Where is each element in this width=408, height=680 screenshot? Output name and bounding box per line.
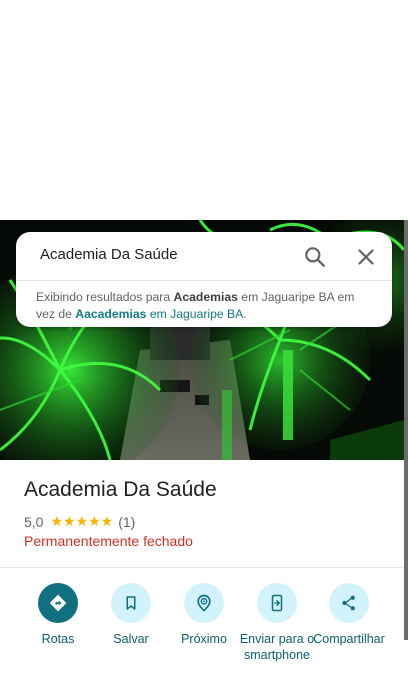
send-to-phone-icon [271, 594, 283, 612]
review-count: (1) [118, 513, 136, 530]
share-icon [342, 595, 355, 611]
search-icon [305, 247, 325, 267]
rating-value: 5,0 [24, 513, 44, 530]
scrollbar[interactable] [404, 220, 408, 640]
search-button[interactable] [302, 244, 328, 270]
place-title: Academia Da Saúde [24, 478, 217, 501]
search-input[interactable]: Academia Da Saúde [40, 246, 178, 263]
send-to-phone-button[interactable]: Enviar para o smartphone [239, 583, 315, 663]
notice-query: Academias [173, 290, 238, 304]
bookmark-icon [126, 596, 136, 610]
nearby-icon-circle [184, 583, 224, 623]
send-to-phone-icon-circle [257, 583, 297, 623]
original-query-bold: Aacademias [75, 307, 147, 321]
search-divider [16, 280, 392, 281]
search-card: Academia Da Saúde Exibindo resultados pa… [16, 232, 392, 327]
share-button[interactable]: Compartilhar [311, 583, 387, 647]
share-label: Compartilhar [313, 632, 385, 646]
original-query-link[interactable]: Aacademias em Jaguaripe BA [75, 307, 243, 321]
save-icon-circle [111, 583, 151, 623]
share-icon-circle [329, 583, 369, 623]
rating-stars: ★★★★★ [50, 513, 114, 529]
nearby-button[interactable]: Próximo [166, 583, 242, 647]
nearby-icon [197, 594, 211, 612]
original-query-rest: em Jaguaripe BA [146, 307, 244, 321]
directions-label: Rotas [41, 632, 75, 646]
status-badge: Permanentemente fechado [24, 533, 193, 549]
rating-row[interactable]: 5,0 ★★★★★ (1) [24, 513, 135, 530]
search-correction-notice: Exibindo resultados para Academias em Ja… [36, 289, 376, 323]
save-button[interactable]: Salvar [93, 583, 169, 647]
save-label: Salvar [113, 632, 149, 646]
directions-icon [49, 594, 67, 612]
divider [0, 567, 404, 568]
notice-prefix: Exibindo resultados para [36, 290, 174, 304]
close-button[interactable] [353, 244, 379, 270]
send-to-phone-label: Enviar para o smartphone [239, 632, 315, 662]
directions-icon-circle [38, 583, 78, 623]
directions-button[interactable]: Rotas [20, 583, 96, 647]
notice-end: . [243, 307, 247, 321]
close-icon [358, 249, 374, 265]
nearby-label: Próximo [181, 632, 227, 646]
